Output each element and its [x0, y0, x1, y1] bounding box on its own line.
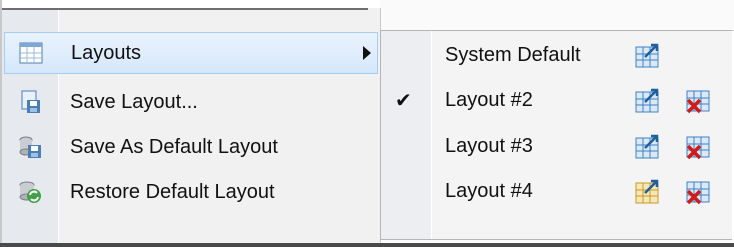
delete-layout-icon[interactable]	[685, 134, 711, 160]
menu-item-label: Save As Default Layout	[70, 135, 278, 158]
menu-item-layouts[interactable]: Layouts	[4, 32, 378, 74]
submenu-item-label: System Default	[445, 44, 581, 66]
submenu-item-layout-3[interactable]: Layout #3	[381, 126, 733, 168]
layouts-grid-icon	[19, 41, 43, 65]
background-toolbar	[380, 0, 734, 31]
checkmark-icon: ✔	[395, 90, 412, 112]
submenu-item-system-default[interactable]: System Default	[381, 35, 733, 77]
delete-layout-icon[interactable]	[685, 179, 711, 205]
submenu-item-label: Layout #3	[445, 135, 533, 157]
submenu-item-label: Layout #4	[445, 180, 533, 202]
delete-layout-icon[interactable]	[685, 88, 711, 114]
apply-layout-icon[interactable]	[635, 179, 661, 205]
apply-layout-icon[interactable]	[635, 134, 661, 160]
menu-item-save-as-default[interactable]: Save As Default Layout	[4, 126, 378, 168]
save-as-default-icon	[18, 135, 42, 159]
submenu-item-layout-2[interactable]: ✔ Layout #2	[381, 80, 733, 122]
menu-item-label: Restore Default Layout	[70, 180, 275, 203]
submenu-item-label: Layout #2	[445, 89, 533, 111]
menu-top-separator	[2, 8, 368, 10]
apply-layout-icon[interactable]	[635, 88, 661, 114]
context-menu: Layouts Save Layout... Save As Default L…	[2, 8, 381, 243]
restore-default-icon	[18, 180, 42, 204]
save-layout-icon	[18, 90, 42, 114]
menu-item-label: Save Layout...	[70, 90, 198, 113]
submenu-item-layout-4[interactable]: Layout #4	[381, 171, 733, 213]
apply-layout-icon[interactable]	[635, 43, 661, 69]
submenu-arrow-icon	[363, 46, 371, 60]
layouts-submenu: System Default ✔ Layout #2 Layout #3 Lay…	[380, 30, 732, 240]
menu-item-restore-default[interactable]: Restore Default Layout	[4, 171, 378, 213]
menu-item-label: Layouts	[71, 41, 142, 64]
window-bottom-edge	[0, 243, 734, 247]
menu-item-save-layout[interactable]: Save Layout...	[4, 81, 378, 123]
